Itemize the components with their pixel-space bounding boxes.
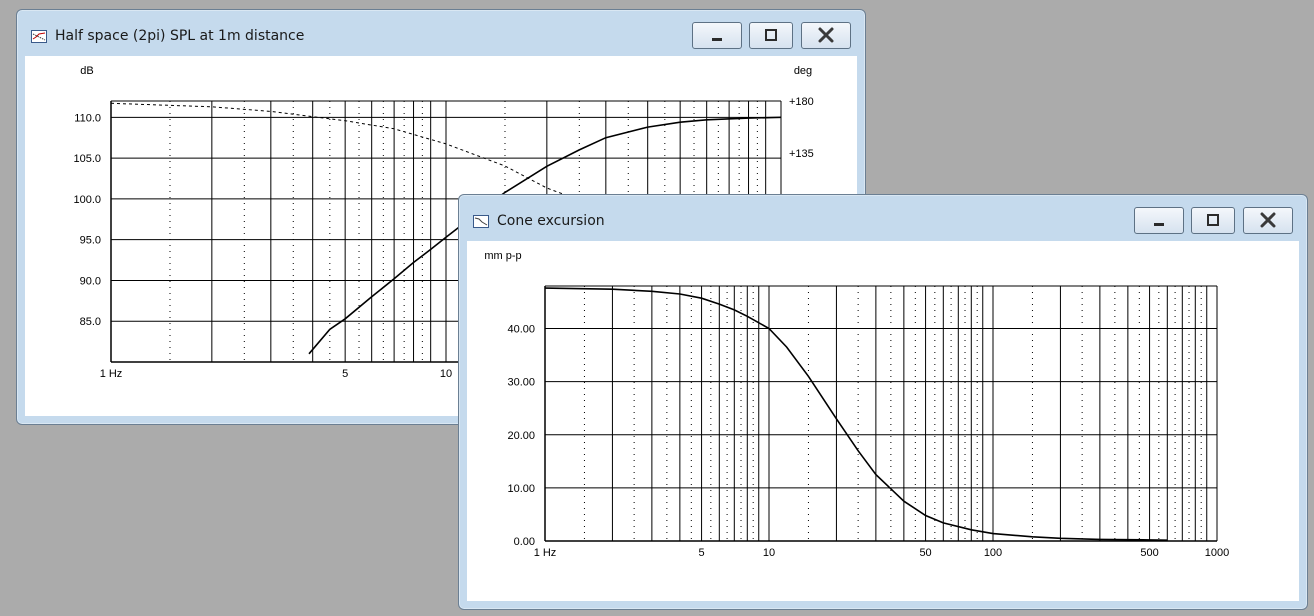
spl-window-title: Half space (2pi) SPL at 1m distance bbox=[55, 28, 305, 44]
y-tick-label: 40.00 bbox=[507, 324, 535, 336]
y-axis-label: mm p-p bbox=[484, 250, 521, 262]
y-tick-label: 110.0 bbox=[74, 112, 101, 124]
chart-window-icon bbox=[473, 215, 489, 228]
minimize-icon bbox=[712, 38, 722, 41]
cone-chart-area: mm p-p 40.00 30.00 20.00 10.00 0.00 1 Hz 5 10 50 1… bbox=[467, 241, 1299, 601]
x-tick-label: 1 Hz bbox=[534, 547, 557, 559]
y-tick-label: 0.00 bbox=[514, 536, 535, 548]
close-button[interactable] bbox=[1243, 207, 1293, 234]
x-tick-label: 1000 bbox=[1205, 547, 1229, 559]
x-tick-label: 10 bbox=[440, 368, 452, 380]
x-tick-label: 1 Hz bbox=[100, 368, 123, 380]
y-tick-label: 105.0 bbox=[73, 153, 101, 165]
y2-tick-label: +135 bbox=[789, 148, 814, 160]
maximize-icon bbox=[765, 29, 777, 41]
close-icon bbox=[1260, 212, 1276, 228]
close-icon bbox=[818, 27, 834, 43]
y-tick-label: 85.0 bbox=[80, 316, 101, 328]
y2-axis-label: deg bbox=[794, 65, 812, 77]
minimize-icon bbox=[1154, 223, 1164, 226]
minimize-button[interactable] bbox=[1134, 207, 1184, 234]
y-axis-label: dB bbox=[80, 65, 93, 77]
close-button[interactable] bbox=[801, 22, 851, 49]
maximize-button[interactable] bbox=[1191, 207, 1235, 234]
maximize-icon bbox=[1207, 214, 1219, 226]
cone-window-title: Cone excursion bbox=[497, 213, 605, 229]
cone-window: Cone excursion mm p-p 40.00 30.00 20.00 10.0… bbox=[458, 194, 1308, 610]
chart-window-icon bbox=[31, 30, 47, 43]
x-tick-label: 5 bbox=[699, 547, 705, 559]
minimize-button[interactable] bbox=[692, 22, 742, 49]
cone-chart: mm p-p 40.00 30.00 20.00 10.00 0.001 Hz 5 10 50 1… bbox=[484, 250, 1229, 559]
x-tick-label: 500 bbox=[1140, 547, 1158, 559]
x-tick-label: 5 bbox=[342, 368, 348, 380]
y-tick-label: 30.00 bbox=[507, 377, 535, 389]
maximize-button[interactable] bbox=[749, 22, 793, 49]
x-tick-label: 10 bbox=[763, 547, 775, 559]
y-tick-label: 100.0 bbox=[73, 194, 101, 206]
y-tick-label: 20.00 bbox=[507, 430, 535, 442]
x-tick-label: 100 bbox=[984, 547, 1002, 559]
response-curve bbox=[544, 287, 1168, 541]
spl-title-bar[interactable]: Half space (2pi) SPL at 1m distance bbox=[17, 10, 865, 56]
x-tick-label: 50 bbox=[919, 547, 931, 559]
y-tick-label: 90.0 bbox=[80, 275, 101, 287]
y-tick-label: 10.00 bbox=[507, 483, 535, 495]
y-tick-label: 95.0 bbox=[80, 235, 101, 247]
y2-tick-label: +180 bbox=[789, 96, 814, 108]
cone-title-bar[interactable]: Cone excursion bbox=[459, 195, 1307, 241]
